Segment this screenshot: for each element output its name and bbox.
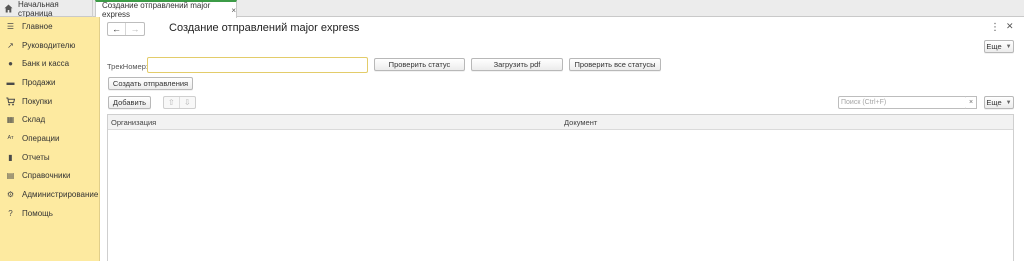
sidebar-item-label: Главное [22,21,53,31]
history-nav: ← → [107,22,145,36]
move-up-icon[interactable]: ⇧ [164,97,180,108]
forward-arrow-icon[interactable]: → [126,23,144,35]
tab-create-shipments[interactable]: Создание отправлений major express × [95,0,237,19]
table-more-button[interactable]: Еще ▼ [984,96,1014,109]
sidebar-item-label: Справочники [22,171,71,181]
help-icon: ? [8,208,13,218]
coins-icon: ● [8,59,13,69]
row-move-buttons: ⇧ ⇩ [163,96,196,109]
search-placeholder: Поиск (Ctrl+F) [841,99,887,106]
sidebar-item-help[interactable]: ? Помощь [0,204,99,223]
home-icon [4,4,13,13]
tab-home[interactable]: Начальная страница [0,0,93,18]
form-area: ← → Создание отправлений major express ⋮… [100,17,1024,261]
sidebar-item-main[interactable]: ☰ Главное [0,17,99,36]
sidebar-item-label: Помощь [22,208,53,218]
book-icon: ▤ [6,171,15,181]
clear-search-icon[interactable]: × [966,96,977,109]
table-more-label: Еще [986,98,1002,107]
cash-register-icon: ▬ [6,77,15,87]
sidebar-item-label: Операции [22,133,60,143]
chevron-down-icon: ▼ [1005,43,1012,50]
sidebar-item-bank[interactable]: ● Банк и касса [0,54,99,73]
shipments-table[interactable]: Организация Документ [107,114,1014,261]
sidebar-item-manager[interactable]: ↗ Руководителю [0,36,99,55]
more-button[interactable]: Еще ▼ [984,40,1014,53]
menu-icon: ☰ [6,21,15,31]
load-pdf-button[interactable]: Загрузить pdf [471,58,563,71]
sidebar: ☰ Главное ↗ Руководителю ● Банк и касса … [0,17,100,261]
page-title: Создание отправлений major express [169,22,360,34]
sidebar-item-label: Покупки [22,96,53,106]
table-header: Организация Документ [108,115,1013,130]
chart-icon: ▮ [8,152,13,162]
more-options-icon[interactable]: ⋮ [990,22,1000,33]
sidebar-item-label: Руководителю [22,40,76,50]
close-icon[interactable]: × [231,6,236,15]
gear-icon: ⚙ [6,190,15,200]
move-down-icon[interactable]: ⇩ [180,97,195,108]
sidebar-item-warehouse[interactable]: ▦ Склад [0,110,99,129]
cart-icon [6,97,15,106]
add-button[interactable]: Добавить [108,96,151,109]
column-header-document[interactable]: Документ [564,118,597,127]
trend-icon: ↗ [7,40,14,50]
sidebar-item-catalogs[interactable]: ▤ Справочники [0,167,99,186]
check-all-statuses-button[interactable]: Проверить все статусы [569,58,661,71]
track-number-label: ТрекНомер: [107,62,148,71]
search-input[interactable]: Поиск (Ctrl+F) [838,96,967,109]
more-button-label: Еще [986,42,1002,51]
track-number-input[interactable] [147,57,368,73]
sidebar-item-label: Банк и касса [22,59,70,69]
sidebar-item-label: Отчеты [22,152,50,162]
sidebar-item-admin[interactable]: ⚙ Администрирование [0,185,99,204]
sidebar-item-sales[interactable]: ▬ Продажи [0,73,99,92]
back-arrow-icon[interactable]: ← [108,23,127,35]
warehouse-icon: ▦ [6,115,15,125]
operations-icon: Ат [7,135,14,142]
sidebar-item-purchases[interactable]: Покупки [0,92,99,111]
close-form-icon[interactable]: ✕ [1006,21,1014,32]
check-status-button[interactable]: Проверить статус [374,58,465,71]
sidebar-item-label: Продажи [22,77,56,87]
column-header-organization[interactable]: Организация [111,118,156,127]
tab-home-label: Начальная страница [18,0,59,18]
sidebar-item-label: Администрирование [22,190,99,200]
chevron-down-icon: ▼ [1005,99,1012,106]
create-shipments-button[interactable]: Создать отправления [108,77,193,90]
sidebar-item-reports[interactable]: ▮ Отчеты [0,148,99,167]
sidebar-item-label: Склад [22,115,46,125]
sidebar-item-operations[interactable]: Ат Операции [0,129,99,148]
tab-bar: Начальная страница Создание отправлений … [0,0,1024,19]
